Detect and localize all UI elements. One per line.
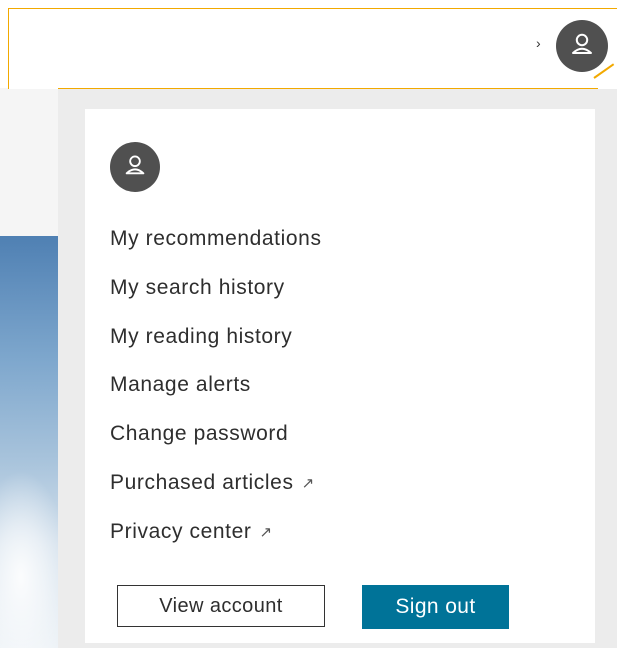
menu-item-manage-alerts[interactable]: Manage alerts [110,368,322,417]
menu-item-change-password[interactable]: Change password [110,417,322,466]
external-link-icon: ↗ [301,474,315,492]
menu-item-label: My search history [110,275,285,299]
external-link-icon: ↗ [259,523,273,541]
person-icon [568,30,596,63]
chevron-right-icon: › [536,35,541,51]
menu-item-my-recommendations[interactable]: My recommendations [110,222,322,271]
menu-item-label: Change password [110,422,289,446]
top-header-bar [8,8,617,89]
view-account-button[interactable]: View account [117,585,325,627]
account-avatar-button[interactable] [556,20,608,72]
menu-item-label: Privacy center [110,519,252,543]
menu-item-label: Manage alerts [110,373,251,397]
account-dropdown-menu: My recommendations My search history My … [85,109,595,643]
menu-item-label: Purchased articles [110,470,294,494]
menu-item-my-reading-history[interactable]: My reading history [110,320,322,369]
menu-item-label: My reading history [110,324,293,348]
menu-item-my-search-history[interactable]: My search history [110,271,322,320]
person-icon [122,152,148,183]
menu-item-purchased-articles[interactable]: Purchased articles ↗ [110,466,322,515]
sign-out-button[interactable]: Sign out [362,585,509,629]
menu-avatar [110,142,160,192]
account-menu-list: My recommendations My search history My … [110,222,322,564]
menu-item-privacy-center[interactable]: Privacy center ↗ [110,515,322,564]
menu-item-label: My recommendations [110,227,322,250]
